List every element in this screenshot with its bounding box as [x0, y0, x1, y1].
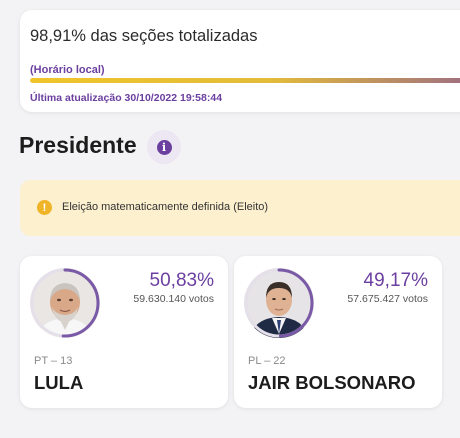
vote-share-ring [244, 268, 314, 338]
alert-message: Eleição matematicamente definida (Eleito… [62, 201, 269, 213]
info-button[interactable]: i [147, 130, 181, 164]
candidate-name: LULA [34, 372, 84, 393]
totalization-progress-fill [30, 78, 460, 83]
totalization-progress-bar [30, 78, 460, 83]
candidate-card-bolsonaro[interactable]: 49,17% 57.675.427 votos PL – 22 JAIR BOL… [234, 256, 442, 408]
local-time-note: (Horário local) [30, 64, 105, 76]
party-number: PL – 22 [248, 355, 286, 367]
vote-count: 57.675.427 votos [347, 293, 428, 305]
page-title: Presidente [19, 132, 137, 158]
vote-percentage: 49,17% [363, 270, 428, 291]
totalization-card: 98,91% das seções totalizadas (Horário l… [20, 10, 460, 112]
warning-icon: ! [37, 200, 52, 215]
candidate-name: JAIR BOLSONARO [248, 372, 416, 393]
info-icon: i [156, 139, 172, 155]
totalization-status: 98,91% das seções totalizadas [30, 27, 258, 45]
party-number: PT – 13 [34, 355, 73, 367]
last-update-timestamp: Última atualização 30/10/2022 19:58:44 [30, 92, 223, 104]
vote-count: 59.630.140 votos [133, 293, 214, 305]
vote-percentage: 50,83% [149, 270, 214, 291]
election-alert-banner: ! Eleição matematicamente definida (Elei… [20, 180, 460, 236]
candidate-card-lula[interactable]: 50,83% 59.630.140 votos PT – 13 LULA [20, 256, 228, 408]
vote-share-ring [30, 268, 100, 338]
